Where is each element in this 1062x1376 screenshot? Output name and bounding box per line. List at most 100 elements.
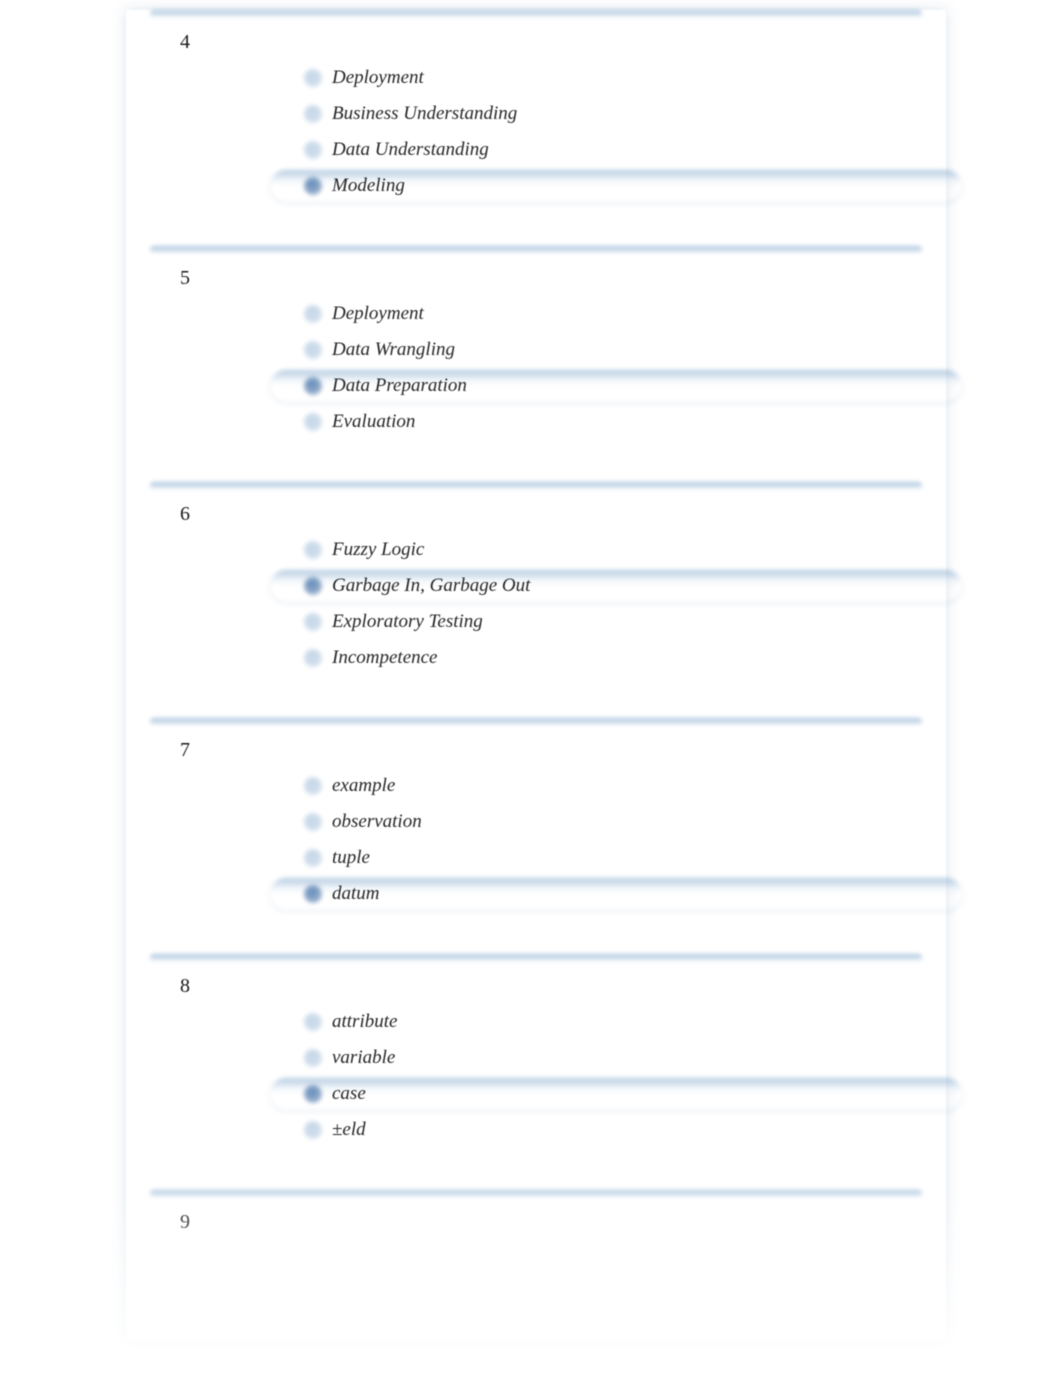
option-label: Deployment (328, 303, 424, 325)
question-block: 4 Deployment Business Understanding Data Un… (126, 10, 946, 246)
option-row[interactable]: ±eld (298, 1112, 922, 1148)
radio-icon[interactable] (304, 105, 322, 123)
radio-slot[interactable] (298, 849, 328, 867)
question-divider (150, 718, 922, 725)
option-row[interactable]: case (298, 1076, 922, 1112)
option-label: Exploratory Testing (328, 611, 483, 633)
radio-icon[interactable] (304, 177, 322, 195)
options-list: Fuzzy Logic Garbage In, Garbage Out Explor… (298, 532, 922, 676)
option-row[interactable]: Evaluation (298, 404, 922, 440)
question-divider (150, 482, 922, 489)
radio-slot[interactable] (298, 1121, 328, 1139)
radio-slot[interactable] (298, 141, 328, 159)
option-row[interactable]: attribute (298, 1004, 922, 1040)
option-label: Business Understanding (328, 103, 517, 125)
radio-icon[interactable] (304, 577, 322, 595)
option-label: Deployment (328, 67, 424, 89)
question-block: 5 Deployment Data WranglingData Preparatio… (126, 246, 946, 482)
options-list: Deployment Business Understanding Data Und… (298, 60, 922, 204)
question-block: 6 Fuzzy Logic Garbage In, Garbage Out Explo… (126, 482, 946, 718)
question-number: 4 (150, 31, 922, 54)
option-row[interactable]: Fuzzy Logic (298, 532, 922, 568)
option-row[interactable]: example (298, 768, 922, 804)
question-block: 8 attribute variable case ±eld (126, 954, 946, 1190)
options-list: example observation tuple datum (298, 768, 922, 912)
radio-slot[interactable] (298, 541, 328, 559)
option-label: variable (328, 1047, 395, 1069)
radio-icon[interactable] (304, 305, 322, 323)
options-list: attribute variable case ±eld (298, 1004, 922, 1148)
radio-icon[interactable] (304, 1049, 322, 1067)
option-row[interactable]: Data Understanding (298, 132, 922, 168)
option-row[interactable]: datum (298, 876, 922, 912)
option-row[interactable]: variable (298, 1040, 922, 1076)
radio-icon[interactable] (304, 141, 322, 159)
question-divider (150, 1190, 922, 1197)
option-row[interactable]: Deployment (298, 60, 922, 96)
quiz-panel: 4 Deployment Business Understanding Data Un… (126, 10, 946, 1340)
radio-slot[interactable] (298, 105, 328, 123)
option-row[interactable]: Incompetence (298, 640, 922, 676)
radio-slot[interactable] (298, 813, 328, 831)
radio-icon[interactable] (304, 1085, 322, 1103)
option-label: Garbage In, Garbage Out (328, 575, 530, 597)
radio-icon[interactable] (304, 1121, 322, 1139)
option-row[interactable]: Data Preparation (298, 368, 922, 404)
radio-slot[interactable] (298, 577, 328, 595)
radio-slot[interactable] (298, 341, 328, 359)
radio-icon[interactable] (304, 541, 322, 559)
radio-slot[interactable] (298, 305, 328, 323)
page: 4 Deployment Business Understanding Data Un… (0, 0, 1062, 1376)
radio-icon[interactable] (304, 341, 322, 359)
radio-slot[interactable] (298, 1013, 328, 1031)
option-row[interactable]: observation (298, 804, 922, 840)
question-number: 5 (150, 267, 922, 290)
radio-icon[interactable] (304, 649, 322, 667)
question-number: 9 (150, 1211, 922, 1234)
option-label: Fuzzy Logic (328, 539, 424, 561)
radio-slot[interactable] (298, 413, 328, 431)
radio-icon[interactable] (304, 885, 322, 903)
option-row[interactable]: Garbage In, Garbage Out (298, 568, 922, 604)
option-label: datum (328, 883, 380, 905)
radio-slot[interactable] (298, 177, 328, 195)
option-label: tuple (328, 847, 370, 869)
radio-icon[interactable] (304, 613, 322, 631)
option-label: Evaluation (328, 411, 415, 433)
options-list: Deployment Data WranglingData Preparation… (298, 296, 922, 440)
option-row[interactable]: Exploratory Testing (298, 604, 922, 640)
question-divider (150, 10, 922, 17)
radio-icon[interactable] (304, 849, 322, 867)
question-block: 7 example observation tuple datum (126, 718, 946, 954)
option-row[interactable]: Business Understanding (298, 96, 922, 132)
radio-slot[interactable] (298, 885, 328, 903)
option-label: Incompetence (328, 647, 438, 669)
question-number: 6 (150, 503, 922, 526)
radio-icon[interactable] (304, 377, 322, 395)
option-row[interactable]: Deployment (298, 296, 922, 332)
radio-icon[interactable] (304, 1013, 322, 1031)
radio-slot[interactable] (298, 613, 328, 631)
radio-icon[interactable] (304, 813, 322, 831)
question-number: 8 (150, 975, 922, 998)
option-label: case (328, 1083, 366, 1105)
option-row[interactable]: tuple (298, 840, 922, 876)
radio-slot[interactable] (298, 1085, 328, 1103)
radio-slot[interactable] (298, 69, 328, 87)
option-label: observation (328, 811, 422, 833)
radio-slot[interactable] (298, 1049, 328, 1067)
radio-slot[interactable] (298, 649, 328, 667)
option-label: Data Understanding (328, 139, 489, 161)
radio-slot[interactable] (298, 777, 328, 795)
radio-icon[interactable] (304, 777, 322, 795)
question-number: 7 (150, 739, 922, 762)
radio-slot[interactable] (298, 377, 328, 395)
radio-icon[interactable] (304, 69, 322, 87)
question-block: 9 (126, 1190, 946, 1282)
option-row[interactable]: Modeling (298, 168, 922, 204)
option-label: attribute (328, 1011, 397, 1033)
radio-icon[interactable] (304, 413, 322, 431)
option-label: example (328, 775, 395, 797)
option-row[interactable]: Data Wrangling (298, 332, 922, 368)
option-label: ±eld (328, 1119, 366, 1141)
